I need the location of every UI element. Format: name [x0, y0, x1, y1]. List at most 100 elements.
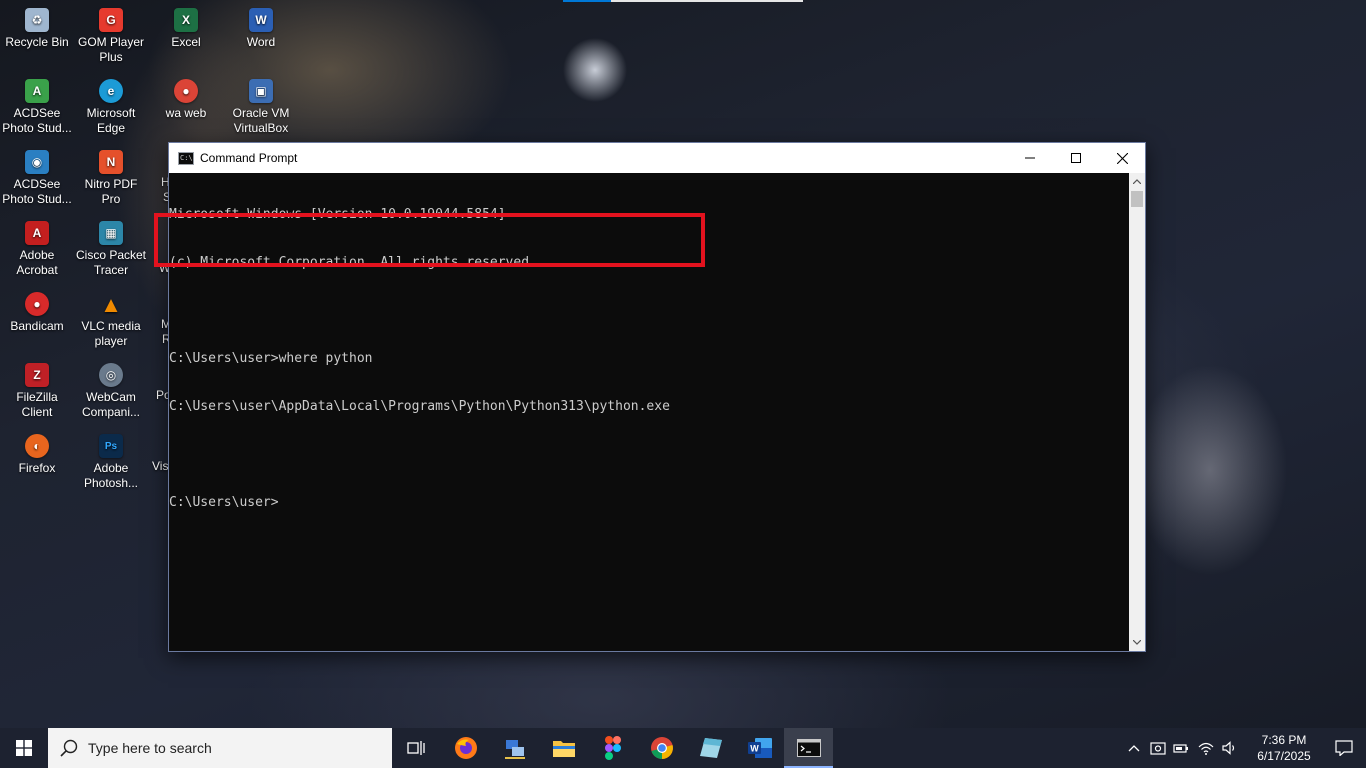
desktop-icon-label: VLC media player [81, 319, 141, 348]
wifi-icon [1198, 742, 1214, 755]
desktop-icon-label: Oracle VM VirtualBox [232, 106, 290, 135]
webcam-icon: ◎ [99, 363, 123, 387]
notification-icon [1335, 740, 1353, 756]
desktop-icon-acdsee[interactable]: A ACDSee Photo Stud... [0, 79, 74, 136]
desktop-icon-word[interactable]: W Word [224, 8, 298, 50]
taskbar-network-tool[interactable] [490, 728, 539, 768]
packet-tracer-icon: ▦ [99, 221, 123, 245]
maximize-icon [1071, 153, 1081, 163]
desktop-icon-label: Adobe Photosh... [83, 461, 139, 490]
desktop-icon-label: wa web [165, 106, 207, 120]
tray-app-button[interactable] [1146, 728, 1170, 768]
notes-app-icon [699, 738, 722, 758]
chrome-icon [650, 737, 673, 759]
scroll-down-button[interactable] [1129, 634, 1145, 651]
desktop-icon-label: Word [246, 35, 276, 49]
desktop-icon-label: ACDSee Photo Stud... [2, 106, 72, 135]
photoshop-icon: Ps [99, 434, 123, 458]
taskbar-chrome[interactable] [637, 728, 686, 768]
filezilla-icon: Z [25, 363, 49, 387]
system-tray: 7:36 PM 6/17/2025 [1122, 728, 1366, 768]
bandicam-icon: ● [25, 292, 49, 316]
start-button[interactable] [0, 728, 48, 768]
virtualbox-icon: ▣ [249, 79, 273, 103]
task-view-button[interactable] [392, 728, 441, 768]
desktop-icon-label: Recycle Bin [5, 35, 69, 49]
chevron-up-icon [1133, 179, 1141, 184]
taskbar-figma[interactable] [588, 728, 637, 768]
vertical-scrollbar[interactable] [1129, 173, 1145, 651]
desktop-icon-virtualbox[interactable]: ▣ Oracle VM VirtualBox [224, 79, 298, 136]
desktop-icon-label: Microsoft Edge [86, 106, 136, 135]
recycle-bin-icon: ♻ [25, 8, 49, 32]
nitro-pdf-icon: N [99, 150, 123, 174]
desktop-icon-photoshop[interactable]: Ps Adobe Photosh... [74, 434, 148, 491]
acdsee-icon: A [25, 79, 49, 103]
minimize-button[interactable] [1007, 143, 1053, 173]
desktop-icon-label: GOM Player Plus [77, 35, 144, 64]
console-prompt-line: C:\Users\user> [169, 495, 279, 510]
title-bar[interactable]: C:\ Command Prompt [169, 143, 1145, 173]
desktop-icon-excel[interactable]: X Excel [149, 8, 223, 50]
vlc-icon: ▲ [100, 291, 122, 317]
clock-date: 6/17/2025 [1257, 749, 1311, 763]
action-center-button[interactable] [1322, 728, 1366, 768]
taskbar-firefox[interactable] [441, 728, 490, 768]
desktop-icon-label: Adobe Acrobat [16, 248, 58, 277]
desktop-icon-wa-web[interactable]: ● wa web [149, 79, 223, 121]
acdsee-pro-icon: ◉ [25, 150, 49, 174]
taskbar-file-explorer[interactable] [539, 728, 588, 768]
desktop-icon-acdsee-pro[interactable]: ◉ ACDSee Photo Stud... [0, 150, 74, 207]
desktop-icon-microsoft-edge[interactable]: e Microsoft Edge [74, 79, 148, 136]
show-hidden-icons-button[interactable] [1122, 728, 1146, 768]
figma-icon [604, 736, 621, 760]
search-icon [60, 739, 78, 757]
desktop-icon-cisco-packet-tracer[interactable]: ▦ Cisco Packet Tracer [74, 221, 148, 278]
taskbar: Type here to search W 7:36 PM 6/17/2025 [0, 728, 1366, 768]
taskbar-notes-app[interactable] [686, 728, 735, 768]
annotation-highlight-box [154, 213, 705, 267]
desktop-icon-bandicam[interactable]: ● Bandicam [0, 292, 74, 334]
desktop-icon-vlc[interactable]: ▲ VLC media player [74, 292, 148, 349]
file-explorer-icon [552, 741, 575, 757]
desktop-icon-webcam-companion[interactable]: ◎ WebCam Compani... [74, 363, 148, 420]
console-line: C:\Users\user>where python [169, 351, 373, 366]
desktop-icon-filezilla[interactable]: Z FileZilla Client [0, 363, 74, 420]
volume-icon [1222, 741, 1235, 755]
network-tool-icon [504, 740, 525, 759]
word-icon: W [747, 738, 772, 758]
wifi-button[interactable] [1194, 728, 1218, 768]
search-placeholder: Type here to search [88, 740, 212, 756]
desktop-icon-label: FileZilla Client [16, 390, 58, 419]
desktop-icon-adobe-acrobat[interactable]: A Adobe Acrobat [0, 221, 74, 278]
volume-button[interactable] [1218, 728, 1242, 768]
minimize-icon [1025, 157, 1035, 159]
windows-logo-icon [16, 740, 32, 756]
scrollbar-thumb[interactable] [1131, 191, 1143, 207]
clock-time: 7:36 PM [1261, 733, 1307, 747]
partial-icon-label: Vis [152, 459, 169, 473]
maximize-button[interactable] [1053, 143, 1099, 173]
taskbar-command-prompt[interactable] [784, 728, 833, 768]
desktop-icon-recycle-bin[interactable]: ♻ Recycle Bin [0, 8, 74, 50]
desktop-icon-label: Nitro PDF Pro [84, 177, 138, 206]
taskbar-search-box[interactable]: Type here to search [48, 728, 392, 768]
desktop-icon-firefox[interactable]: ◐ Firefox [0, 434, 74, 476]
desktop-icon-nitro-pdf[interactable]: N Nitro PDF Pro [74, 150, 148, 207]
edge-icon: e [99, 79, 123, 103]
desktop-icon-label: ACDSee Photo Stud... [2, 177, 72, 206]
taskbar-clock[interactable]: 7:36 PM 6/17/2025 [1246, 732, 1322, 764]
firefox-icon [454, 737, 477, 759]
desktop-icon-label: WebCam Compani... [81, 390, 141, 419]
firefox-icon: ◐ [25, 434, 49, 458]
acrobat-icon: A [25, 221, 49, 245]
scroll-up-button[interactable] [1129, 173, 1145, 190]
taskbar-word[interactable]: W [735, 728, 784, 768]
close-button[interactable] [1099, 143, 1145, 173]
chevron-down-icon [1133, 640, 1141, 645]
desktop-icon-gom-player[interactable]: G GOM Player Plus [74, 8, 148, 65]
close-icon [1116, 152, 1128, 164]
battery-button[interactable] [1170, 728, 1194, 768]
